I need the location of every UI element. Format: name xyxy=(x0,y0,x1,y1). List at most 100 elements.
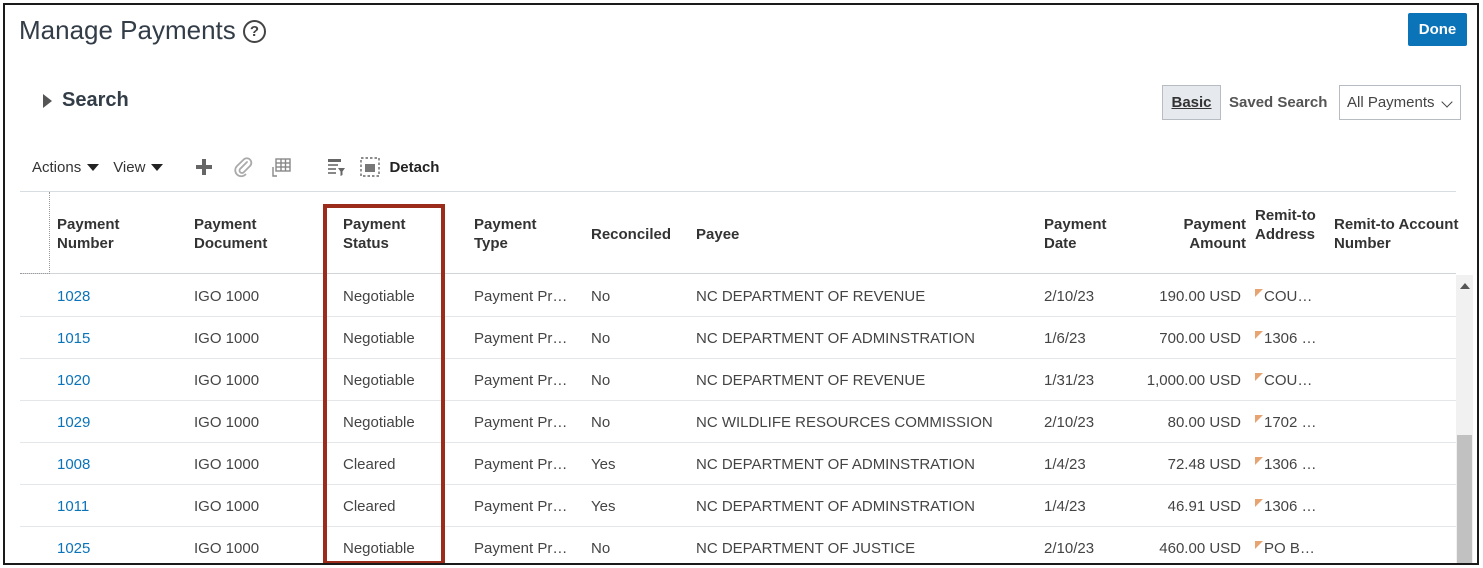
detach-icon[interactable] xyxy=(355,154,385,180)
payment-document-cell-text: IGO 1000 xyxy=(194,330,260,347)
column-header-payment-date[interactable]: Payment Date xyxy=(1044,215,1134,253)
payment-number-link-text: 1011 xyxy=(57,498,90,515)
payment-document-cell: IGO 1000 xyxy=(194,414,259,431)
saved-search-select[interactable]: All Payments xyxy=(1339,85,1461,120)
payment-type-cell-text: Payment Pr… xyxy=(474,498,568,515)
chevron-down-icon xyxy=(1441,96,1453,108)
search-disclosure[interactable]: Search xyxy=(43,89,129,112)
add-icon[interactable] xyxy=(189,154,219,180)
payment-status-cell: Negotiable xyxy=(343,372,415,389)
table-row[interactable]: 1029 IGO 1000 Negotiable Payment Pr… No NC WI… xyxy=(20,401,1456,443)
reconciled-cell-text: Yes xyxy=(591,498,616,515)
vertical-scrollbar[interactable] xyxy=(1456,275,1473,563)
table-toolbar: Actions View Detach xyxy=(32,153,439,181)
attachment-icon[interactable] xyxy=(228,154,258,180)
note-flag-icon xyxy=(1255,289,1263,297)
view-menu[interactable]: View xyxy=(113,159,164,176)
reconciled-cell-text: No xyxy=(591,330,611,347)
column-header-payment-status[interactable]: Payment Status xyxy=(343,215,433,253)
done-button[interactable]: Done xyxy=(1408,13,1467,46)
table-row[interactable]: 1028 IGO 1000 Negotiable Payment Pr… No NC DE… xyxy=(20,275,1456,317)
note-flag-icon xyxy=(1255,331,1263,339)
column-header-payee[interactable]: Payee xyxy=(696,225,896,244)
column-header-payment-number[interactable]: Payment Number xyxy=(57,215,167,253)
payment-number-link[interactable]: 1025 xyxy=(57,540,90,557)
column-header-remit-to-account-number[interactable]: Remit-to Account Number xyxy=(1334,215,1459,255)
payment-type-cell-text: Payment Pr… xyxy=(474,288,568,305)
table-row[interactable]: 1008 IGO 1000 Cleared Payment Pr… Yes NC DEPA… xyxy=(20,443,1456,485)
payee-cell: NC DEPARTMENT OF ADMINSTRATION xyxy=(696,498,975,515)
payment-type-cell: Payment Pr… xyxy=(474,456,567,473)
payment-amount-cell-text: 1,000.00 USD xyxy=(1146,372,1241,389)
payee-cell: NC WILDLIFE RESOURCES COMMISSION xyxy=(696,414,993,431)
payment-status-cell: Cleared xyxy=(343,498,396,515)
note-flag-icon xyxy=(1255,415,1263,423)
payment-amount-cell: 190.00 USD xyxy=(1159,288,1241,305)
payment-date-cell: 1/4/23 xyxy=(1044,498,1086,515)
help-icon[interactable]: ? xyxy=(243,20,266,43)
payment-document-cell-text: IGO 1000 xyxy=(194,288,260,305)
payment-amount-cell: 80.00 USD xyxy=(1168,414,1241,431)
app-window: Manage Payments ? Done Search Basic Save… xyxy=(3,3,1479,565)
query-by-example-icon[interactable] xyxy=(321,154,351,180)
detach-button[interactable]: Detach xyxy=(389,159,439,176)
payment-status-cell: Negotiable xyxy=(343,540,415,557)
payment-status-cell-text: Negotiable xyxy=(343,330,415,347)
payment-document-cell: IGO 1000 xyxy=(194,288,259,305)
basic-label: Basic xyxy=(1171,94,1212,111)
reconciled-cell: No xyxy=(591,288,610,305)
payee-cell-text: NC DEPARTMENT OF REVENUE xyxy=(696,372,926,389)
remit-to-address-cell: PO B… xyxy=(1255,540,1315,557)
payment-date-cell-text: 1/4/23 xyxy=(1044,498,1086,515)
column-header-payment-type[interactable]: Payment Type xyxy=(474,215,564,253)
table-row[interactable]: 1015 IGO 1000 Negotiable Payment Pr… No NC DE… xyxy=(20,317,1456,359)
payment-number-link[interactable]: 1015 xyxy=(57,330,90,347)
payment-status-cell: Negotiable xyxy=(343,330,415,347)
scrollbar-thumb[interactable] xyxy=(1457,435,1472,563)
payment-number-link[interactable]: 1029 xyxy=(57,414,90,431)
page-title: Manage Payments xyxy=(19,15,236,45)
payment-number-link-text: 1020 xyxy=(57,372,91,389)
payment-date-cell: 2/10/23 xyxy=(1044,414,1094,431)
table-row[interactable]: 1011 IGO 1000 Cleared Payment Pr… Yes NC DEPA… xyxy=(20,485,1456,527)
payment-type-cell-text: Payment Pr… xyxy=(474,414,568,431)
saved-search-label: Saved Search xyxy=(1229,94,1328,111)
column-header-payment-document[interactable]: Payment Document xyxy=(194,215,304,253)
reconciled-cell-text: No xyxy=(591,540,611,557)
payee-cell: NC DEPARTMENT OF REVENUE xyxy=(696,372,925,389)
payment-document-cell-text: IGO 1000 xyxy=(194,498,260,515)
column-header-remit-to-address[interactable]: Remit-to Address xyxy=(1255,206,1327,244)
payee-cell-text: NC DEPARTMENT OF ADMINSTRATION xyxy=(696,498,975,515)
payment-date-cell: 1/4/23 xyxy=(1044,456,1086,473)
column-header-reconciled[interactable]: Reconciled xyxy=(591,225,701,244)
note-flag-icon xyxy=(1255,541,1263,549)
payment-document-cell: IGO 1000 xyxy=(194,330,259,347)
payment-date-cell-text: 1/31/23 xyxy=(1044,372,1095,389)
remit-to-address-cell: COU… xyxy=(1255,288,1312,305)
row-selector-header[interactable] xyxy=(20,192,50,274)
payment-status-cell-text: Cleared xyxy=(343,498,396,515)
payment-type-cell: Payment Pr… xyxy=(474,330,567,347)
payment-date-cell-text: 1/4/23 xyxy=(1044,456,1086,473)
basic-search-button[interactable]: Basic xyxy=(1162,85,1221,120)
actions-menu[interactable]: Actions xyxy=(32,159,100,176)
payment-date-cell-text: 2/10/23 xyxy=(1044,414,1095,431)
payment-number-link[interactable]: 1011 xyxy=(57,498,89,515)
remit-to-address-cell-text: 1306 … xyxy=(1264,330,1317,347)
payment-number-link[interactable]: 1028 xyxy=(57,288,90,305)
payment-type-cell: Payment Pr… xyxy=(474,372,567,389)
payment-type-cell: Payment Pr… xyxy=(474,540,567,557)
payment-number-link[interactable]: 1020 xyxy=(57,372,90,389)
remit-to-address-cell: 1306 … xyxy=(1255,498,1317,515)
payment-amount-cell-text: 80.00 USD xyxy=(1167,414,1241,431)
payment-type-cell-text: Payment Pr… xyxy=(474,330,568,347)
table-row[interactable]: 1025 IGO 1000 Negotiable Payment Pr… No NC DE… xyxy=(20,527,1456,563)
freeze-column-icon[interactable] xyxy=(267,154,297,180)
payment-number-link[interactable]: 1008 xyxy=(57,456,90,473)
payment-amount-cell-text: 46.91 USD xyxy=(1167,498,1241,515)
column-header-payment-amount[interactable]: Payment Amount xyxy=(1156,215,1246,253)
table-row[interactable]: 1020 IGO 1000 Negotiable Payment Pr… No NC DE… xyxy=(20,359,1456,401)
payment-document-cell: IGO 1000 xyxy=(194,456,259,473)
payee-cell-text: NC DEPARTMENT OF REVENUE xyxy=(696,288,926,305)
scroll-up-arrow-icon[interactable] xyxy=(1460,283,1470,289)
